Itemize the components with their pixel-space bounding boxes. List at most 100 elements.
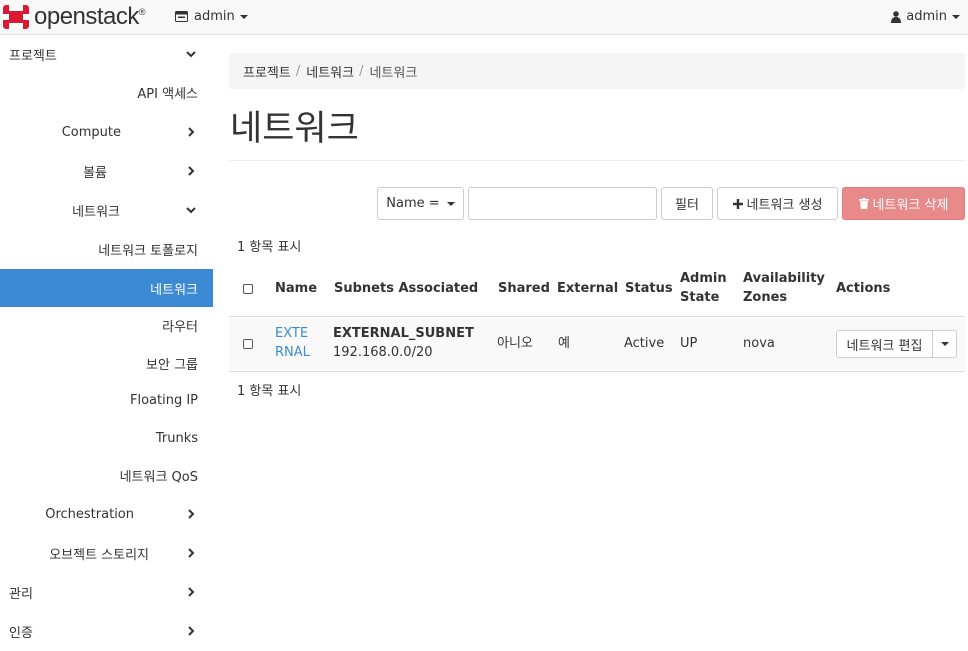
sidebar-item-label: 인증 — [9, 625, 33, 641]
chevron-right-icon — [188, 548, 195, 558]
item-count-footer: 1 항목 표시 — [237, 384, 302, 399]
sidebar-item-identity[interactable]: 인증 — [0, 612, 213, 650]
shared-cell: 아니오 — [497, 336, 533, 351]
chevron-right-icon — [188, 166, 195, 176]
sidebar-item-floating-ip[interactable]: Floating IP — [0, 381, 213, 419]
column-header-name[interactable]: Name — [275, 279, 317, 298]
sidebar-item-label: 네트워크 — [150, 282, 198, 298]
network-name-link[interactable]: EXTE RNAL — [275, 324, 310, 362]
chevron-right-icon — [188, 587, 195, 597]
top-navbar: openstack® admin admin — [0, 0, 968, 35]
subnet-name[interactable]: EXTERNAL_SUBNET — [333, 324, 474, 343]
breadcrumb-current: 네트워크 — [369, 65, 418, 81]
user-menu[interactable]: admin — [891, 9, 960, 24]
page-title: 네트워크 — [230, 109, 359, 149]
column-header-external[interactable]: External — [557, 279, 618, 298]
sidebar-item-label: 볼륨 — [83, 165, 107, 181]
sidebar-item-label: Floating IP — [129, 392, 198, 408]
edit-network-button[interactable]: 네트워크 편집 — [836, 330, 933, 358]
chevron-down-icon — [186, 207, 196, 214]
sidebar-item-network-qos[interactable]: 네트워크 QoS — [0, 456, 213, 494]
breadcrumb-separator: / — [359, 63, 364, 79]
admin-state-cell: UP — [680, 336, 698, 351]
sidebar: 프로젝트 API 액세스 Compute 볼륨 네트워크 네트워크 토폴로지 네… — [0, 35, 213, 651]
create-network-label: 네트워크 생성 — [746, 198, 823, 213]
sidebar-item-label: 관리 — [9, 586, 33, 602]
sidebar-item-volumes[interactable]: 볼륨 — [0, 152, 213, 190]
select-all-checkbox[interactable] — [243, 284, 253, 294]
more-actions-button[interactable] — [933, 330, 957, 358]
breadcrumb-item[interactable]: 프로젝트 — [243, 62, 291, 81]
external-cell: 예 — [558, 336, 570, 351]
sidebar-item-label: 네트워크 — [72, 204, 120, 220]
sidebar-item-label: Orchestration — [45, 506, 134, 522]
chevron-right-icon — [188, 127, 195, 137]
sidebar-item-label: 보안 그룹 — [146, 357, 198, 373]
column-header-line: Zones — [743, 290, 788, 305]
trash-icon — [858, 198, 869, 209]
caret-down-icon — [239, 14, 248, 19]
subnet-cidr: 192.168.0.0/20 — [333, 345, 433, 360]
caret-down-icon — [940, 342, 949, 346]
filter-button[interactable]: 필터 — [661, 187, 713, 220]
item-count: 1 항목 표시 — [237, 240, 302, 255]
project-dropdown[interactable]: admin — [175, 9, 248, 24]
sidebar-item-label: 프로젝트 — [9, 48, 57, 64]
caret-down-icon — [952, 14, 960, 19]
sidebar-item-label: 라우터 — [162, 319, 198, 335]
sidebar-item-security-groups[interactable]: 보안 그룹 — [0, 344, 213, 382]
create-network-button[interactable]: 네트워크 생성 — [717, 187, 838, 220]
openstack-logo[interactable]: openstack® — [2, 3, 146, 31]
zones-cell: nova — [743, 336, 775, 351]
sidebar-item-label: Compute — [61, 124, 121, 140]
row-actions: 네트워크 편집 — [836, 330, 957, 358]
project-icon — [175, 11, 188, 22]
sidebar-item-project[interactable]: 프로젝트 — [0, 35, 213, 73]
column-header-admin-state[interactable]: Admin State — [680, 269, 727, 307]
sidebar-item-trunks[interactable]: Trunks — [0, 419, 213, 457]
column-header-shared[interactable]: Shared — [498, 279, 550, 298]
sidebar-item-routers[interactable]: 라우터 — [0, 306, 213, 344]
sidebar-item-label: 오브젝트 스토리지 — [49, 547, 149, 563]
logo-text: openstack® — [34, 3, 146, 30]
sidebar-item-api-access[interactable]: API 액세스 — [0, 73, 213, 111]
filter-input[interactable] — [468, 187, 657, 220]
sidebar-item-admin[interactable]: 관리 — [0, 573, 213, 611]
filter-field-label: Name = — [386, 196, 440, 211]
sidebar-item-label: Trunks — [155, 430, 198, 446]
row-checkbox[interactable] — [243, 339, 253, 349]
chevron-down-icon — [186, 51, 196, 58]
sidebar-item-network-group[interactable]: 네트워크 — [0, 191, 213, 229]
sidebar-item-object-storage[interactable]: 오브젝트 스토리지 — [0, 534, 213, 572]
user-icon — [891, 10, 902, 23]
breadcrumb-item[interactable]: 네트워크 — [306, 62, 354, 81]
chevron-right-icon — [188, 509, 195, 519]
column-header-subnets[interactable]: Subnets Associated — [334, 279, 478, 298]
sidebar-item-label: 네트워크 QoS — [119, 469, 198, 485]
column-header-line: Admin — [680, 271, 727, 286]
divider — [229, 160, 965, 161]
sidebar-item-network-topology[interactable]: 네트워크 토폴로지 — [0, 230, 213, 268]
openstack-logo-icon — [3, 5, 29, 29]
sidebar-item-orchestration[interactable]: Orchestration — [0, 495, 213, 533]
sidebar-item-label: 네트워크 토폴로지 — [98, 243, 198, 259]
column-header-availability-zones[interactable]: Availability Zones — [743, 269, 825, 307]
sidebar-item-label: API 액세스 — [137, 86, 198, 102]
sidebar-item-networks[interactable]: 네트워크 — [0, 269, 213, 307]
plus-icon — [732, 198, 743, 209]
column-header-line: State — [680, 290, 720, 305]
status-cell: Active — [624, 336, 665, 351]
delete-network-button[interactable]: 네트워크 삭제 — [842, 187, 965, 220]
sidebar-item-compute[interactable]: Compute — [0, 113, 213, 151]
user-label: admin — [906, 9, 947, 24]
column-header-status[interactable]: Status — [625, 279, 673, 298]
project-label: admin — [194, 9, 235, 24]
subnets-cell: EXTERNAL_SUBNET 192.168.0.0/20 — [333, 324, 474, 362]
caret-down-icon — [446, 201, 455, 206]
column-header-line: Availability — [743, 271, 825, 286]
filter-field-dropdown[interactable]: Name = — [377, 187, 464, 220]
column-header-actions: Actions — [836, 281, 891, 296]
breadcrumb-separator: / — [295, 63, 301, 79]
network-name-line[interactable]: EXTE RNAL — [275, 324, 310, 362]
breadcrumb: 프로젝트 / 네트워크 / 네트워크 — [229, 53, 965, 89]
